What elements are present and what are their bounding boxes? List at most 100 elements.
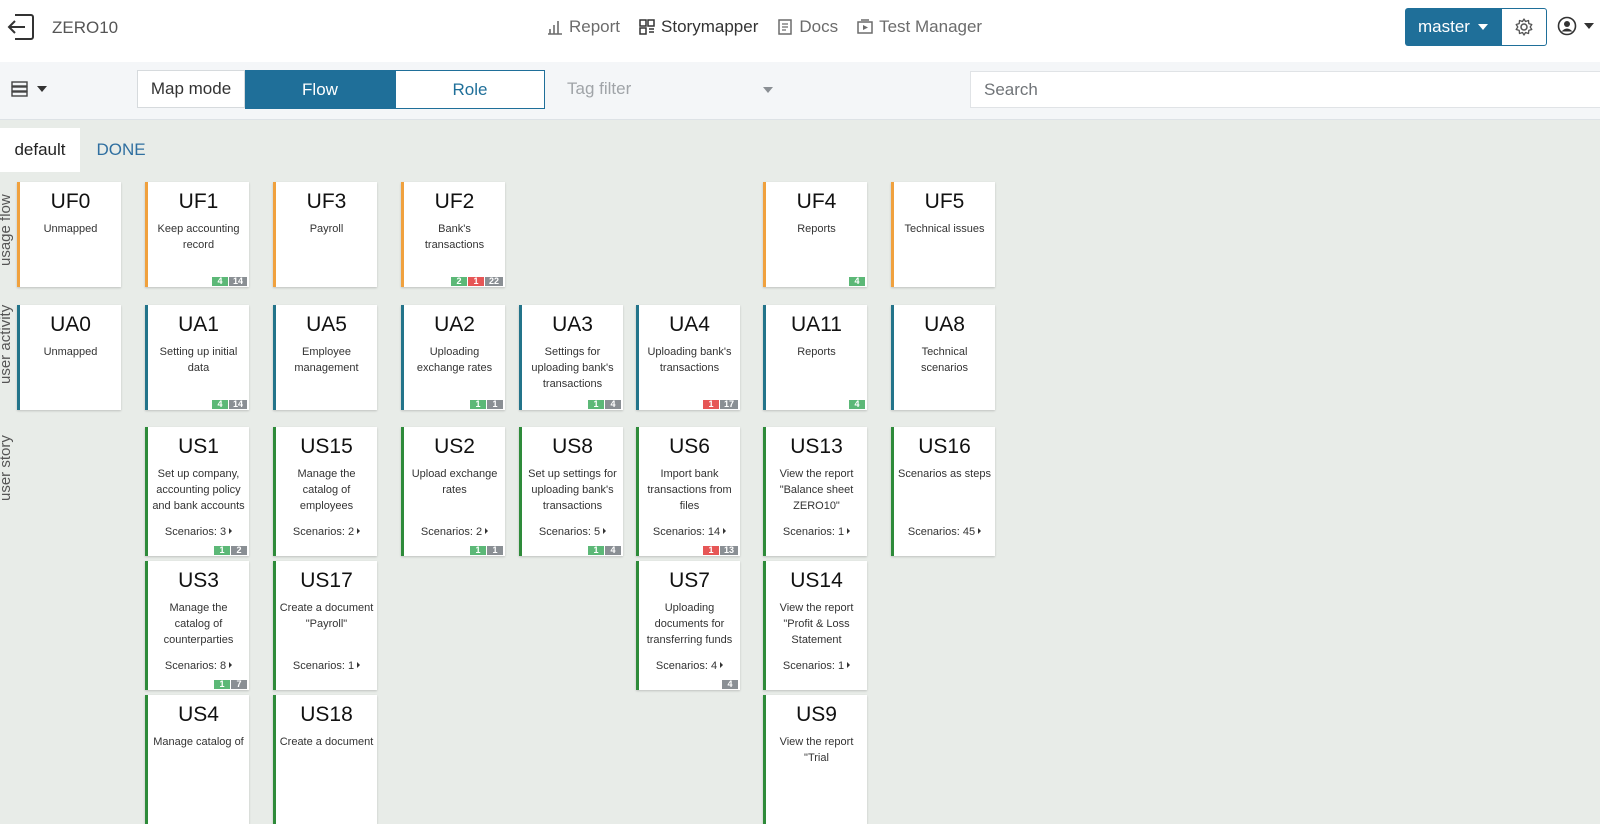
- status-badge: 17: [719, 400, 738, 409]
- card-code: US1: [178, 435, 219, 458]
- card-title: Bank's transactions: [424, 223, 485, 251]
- user-story-card[interactable]: US9 View the report "Trial: [763, 695, 867, 824]
- user-story-card[interactable]: US15 Manage the catalog of employees Scena…: [273, 427, 377, 556]
- usage-flow-card[interactable]: UF0 Unmapped: [17, 182, 121, 287]
- caret-right-icon: [723, 528, 727, 534]
- map-mode-role-button[interactable]: Role: [395, 70, 545, 109]
- status-badge: 4: [605, 400, 621, 409]
- user-story-card[interactable]: US2 Upload exchange rates Scenarios: 2 11: [401, 427, 505, 556]
- user-story-card[interactable]: US4 Manage catalog of: [145, 695, 249, 824]
- nav-docs[interactable]: Docs: [776, 17, 838, 37]
- scenarios-link[interactable]: Scenarios: 8: [148, 660, 249, 672]
- card-title: Create a document "Payroll": [279, 602, 374, 630]
- tab-default[interactable]: default: [0, 128, 80, 172]
- user-activity-card[interactable]: UA5 Employee management: [273, 305, 377, 410]
- card-title: Set up company, accounting policy and ba…: [152, 468, 245, 512]
- card-title: Manage the catalog of employees: [297, 468, 356, 512]
- card-code: US2: [434, 435, 475, 458]
- usage-flow-card[interactable]: UF2 Bank's transactions 2 1 22: [401, 182, 505, 287]
- status-badges: 4: [849, 277, 865, 286]
- scenarios-link[interactable]: Scenarios: 14: [639, 526, 740, 538]
- user-story-card[interactable]: US7 Uploading documents for transferring …: [636, 561, 740, 690]
- scenarios-link[interactable]: Scenarios: 45: [894, 526, 995, 538]
- scenarios-link[interactable]: Scenarios: 3: [148, 526, 249, 538]
- card-title: Technical issues: [904, 223, 985, 235]
- document-icon: [778, 19, 793, 35]
- user-story-card[interactable]: US8 Set up settings for uploading bank's …: [519, 427, 623, 556]
- card-title: Unmapped: [43, 223, 98, 235]
- status-badge: 14: [228, 400, 247, 409]
- scenarios-link[interactable]: Scenarios: 5: [522, 526, 623, 538]
- user-activity-card[interactable]: UA3 Settings for uploading bank's transac…: [519, 305, 623, 410]
- logout-icon[interactable]: [5, 13, 35, 41]
- card-code: US3: [178, 569, 219, 592]
- tag-filter-select[interactable]: Tag filter: [553, 70, 785, 108]
- user-story-card[interactable]: US1 Set up company, accounting policy and…: [145, 427, 249, 556]
- card-code: UA2: [434, 313, 475, 336]
- scenarios-count: Scenarios: 5: [538, 526, 601, 538]
- user-story-card[interactable]: US16 Scenarios as steps Scenarios: 45: [891, 427, 995, 556]
- status-badges: 1 13: [702, 546, 738, 555]
- card-title: Reports: [797, 223, 836, 235]
- status-badge: 1: [214, 546, 230, 555]
- scenarios-link[interactable]: Scenarios: 4: [639, 660, 740, 672]
- card-title: View the report "Profit & Loss Statement…: [779, 602, 854, 646]
- project-title: ZERO10: [52, 18, 119, 37]
- status-badge: 4: [849, 277, 865, 286]
- scenarios-link[interactable]: Scenarios: 1: [276, 660, 377, 672]
- nav-report[interactable]: Report: [546, 17, 620, 37]
- scenarios-link[interactable]: Scenarios: 2: [404, 526, 505, 538]
- card-code: UF2: [434, 190, 475, 213]
- usage-flow-card[interactable]: UF4 Reports 4: [763, 182, 867, 287]
- status-badge: 4: [722, 680, 738, 689]
- card-code: UA8: [924, 313, 965, 336]
- view-options-dropdown[interactable]: [11, 81, 47, 97]
- user-story-card[interactable]: US3 Manage the catalog of counterparties S…: [145, 561, 249, 690]
- card-code: UF0: [50, 190, 91, 213]
- user-story-card[interactable]: US18 Create a document: [273, 695, 377, 824]
- bar-chart-icon: [548, 21, 562, 35]
- user-activity-card[interactable]: UA4 Uploading bank's transactions 1 17: [636, 305, 740, 410]
- status-badge: 4: [211, 277, 228, 286]
- nav-test-manager[interactable]: Test Manager: [856, 17, 982, 37]
- card-title: Keep accounting record: [157, 223, 240, 251]
- map-mode-flow-button[interactable]: Flow: [245, 70, 395, 109]
- user-menu[interactable]: [1557, 16, 1594, 36]
- card-title: Create a document: [279, 736, 374, 748]
- branch-dropdown-button[interactable]: master: [1405, 8, 1501, 46]
- caret-right-icon: [485, 528, 489, 534]
- card-title: Uploading exchange rates: [416, 346, 493, 374]
- main-nav: Report Storymapper Docs Test Manager: [546, 17, 982, 37]
- card-code: UA5: [306, 313, 347, 336]
- card-title: Payroll: [309, 223, 344, 235]
- status-badge: 2: [450, 277, 467, 286]
- caret-right-icon: [357, 662, 361, 668]
- caret-right-icon: [229, 662, 233, 668]
- user-story-card[interactable]: US6 Import bank transactions from files Sc…: [636, 427, 740, 556]
- usage-flow-card[interactable]: UF3 Payroll: [273, 182, 377, 287]
- usage-flow-card[interactable]: UF5 Technical issues: [891, 182, 995, 287]
- caret-right-icon: [720, 662, 724, 668]
- settings-button[interactable]: [1501, 8, 1547, 46]
- nav-storymapper[interactable]: Storymapper: [638, 17, 758, 37]
- tag-filter-placeholder: Tag filter: [567, 79, 632, 98]
- user-activity-card[interactable]: UA8 Technical scenarios: [891, 305, 995, 410]
- user-story-card[interactable]: US14 View the report "Profit & Loss State…: [763, 561, 867, 690]
- caret-right-icon: [978, 528, 982, 534]
- user-activity-card[interactable]: UA0 Unmapped: [17, 305, 121, 410]
- card-title: Set up settings for uploading bank's tra…: [528, 468, 617, 512]
- user-story-card[interactable]: US17 Create a document "Payroll" Scenarios…: [273, 561, 377, 690]
- scenarios-link[interactable]: Scenarios: 2: [276, 526, 377, 538]
- user-story-card[interactable]: US13 View the report "Balance sheet ZERO1…: [763, 427, 867, 556]
- scenarios-link[interactable]: Scenarios: 1: [766, 526, 867, 538]
- usage-flow-card[interactable]: UF1 Keep accounting record 4 14: [145, 182, 249, 287]
- user-activity-card[interactable]: UA2 Uploading exchange rates 1 1: [401, 305, 505, 410]
- tab-done[interactable]: DONE: [85, 128, 157, 172]
- user-activity-card[interactable]: UA11 Reports 4: [763, 305, 867, 410]
- card-title: Unmapped: [43, 346, 98, 358]
- nav-docs-label: Docs: [799, 17, 839, 36]
- scenarios-link[interactable]: Scenarios: 1: [766, 660, 867, 672]
- search-input[interactable]: [970, 71, 1600, 108]
- card-code: UF5: [924, 190, 965, 213]
- user-activity-card[interactable]: UA1 Setting up initial data 4 14: [145, 305, 249, 410]
